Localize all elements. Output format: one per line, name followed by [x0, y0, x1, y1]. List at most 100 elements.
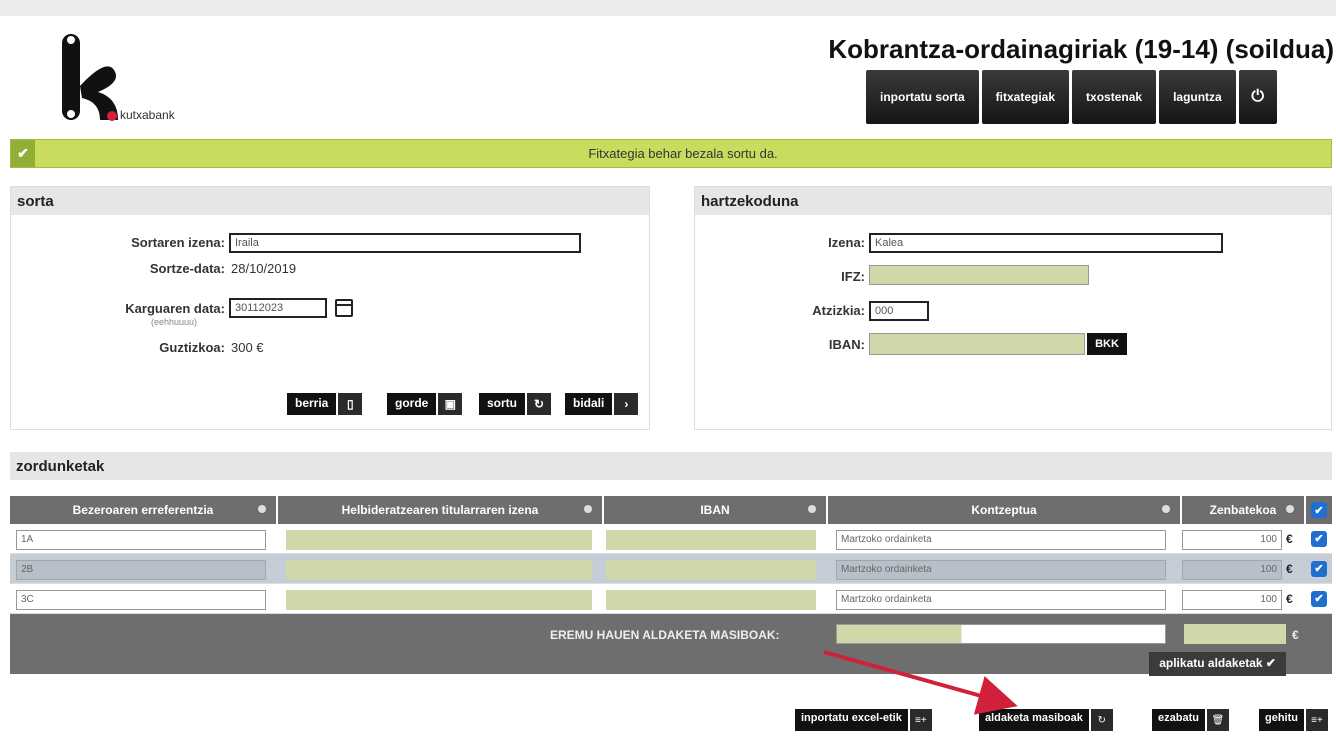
nav-help[interactable]: laguntza: [1159, 70, 1236, 124]
col-amount[interactable]: Zenbatekoa: [1182, 496, 1306, 524]
select-all-checkbox[interactable]: ✔: [1311, 502, 1327, 518]
chevron-right-icon: ›: [612, 393, 639, 415]
top-strip: [0, 0, 1336, 16]
suffix-label: Atzizkia:: [812, 303, 865, 318]
table-row: € ✔: [10, 584, 1332, 614]
import-excel-button[interactable]: inportatu excel-etik ≡+: [795, 709, 932, 731]
col-holder[interactable]: Helbideratzearen titularraren izena: [278, 496, 604, 524]
col-iban[interactable]: IBAN: [604, 496, 828, 524]
reference-input[interactable]: [16, 529, 266, 550]
col-holder-label: Helbideratzearen titularraren izena: [341, 503, 539, 517]
save-button-label: gorde: [387, 393, 437, 415]
col-concept-label: Kontzeptua: [971, 503, 1037, 517]
col-reference[interactable]: Bezeroaren erreferentzia: [10, 496, 278, 524]
sort-icon[interactable]: [584, 505, 592, 513]
nav-reports[interactable]: txostenak: [1072, 70, 1157, 124]
amount-input[interactable]: [1182, 529, 1282, 550]
creation-date-label: Sortze-data:: [149, 261, 225, 276]
new-button[interactable]: berria ▯: [287, 393, 363, 415]
charge-date-hint: (eehhuuuu): [151, 317, 198, 327]
sort-icon[interactable]: [808, 505, 816, 513]
total-label: Guztizkoa:: [159, 340, 225, 355]
main-nav: inportatu sorta fitxategiak txostenak la…: [866, 70, 1277, 124]
nav-import-batch[interactable]: inportatu sorta: [866, 70, 979, 124]
currency-symbol: €: [1286, 591, 1293, 606]
iban-cell-input[interactable]: [606, 589, 816, 610]
trash-icon: 🗑: [1204, 709, 1229, 731]
mass-concept-input[interactable]: [836, 624, 1166, 644]
ifz-input[interactable]: [869, 265, 1089, 285]
col-reference-label: Bezeroaren erreferentzia: [72, 503, 214, 517]
iban-label: IBAN:: [828, 337, 865, 352]
power-icon[interactable]: ⏻: [1238, 70, 1277, 124]
charge-date-input[interactable]: [229, 298, 327, 318]
currency-symbol: €: [1286, 531, 1293, 546]
concept-input[interactable]: [836, 589, 1166, 610]
check-icon: ✔: [11, 140, 35, 167]
sort-icon[interactable]: [1162, 505, 1170, 513]
total-value: 300 €: [231, 340, 264, 355]
table-header: Bezeroaren erreferentzia Helbideratzeare…: [10, 496, 1332, 524]
floppy-icon: ▣: [436, 393, 463, 415]
row-checkbox[interactable]: ✔: [1311, 590, 1327, 607]
iban-cell-input[interactable]: [606, 529, 816, 550]
mass-changes-label: aldaketa masiboak: [979, 709, 1089, 731]
mass-edit-row: EREMU HAUEN ALDAKETA MASIBOAK: € aplikat…: [10, 614, 1332, 676]
delete-label: ezabatu: [1152, 709, 1205, 731]
row-checkbox[interactable]: ✔: [1311, 560, 1327, 577]
table-row: € ✔: [10, 524, 1332, 554]
nav-files[interactable]: fitxategiak: [981, 70, 1070, 124]
select-all-cell: ✔: [1306, 496, 1332, 524]
creditor-name-input[interactable]: [869, 233, 1223, 253]
sorta-title: sorta: [11, 187, 649, 215]
add-button[interactable]: gehitu ≡+: [1259, 709, 1328, 731]
holder-input[interactable]: [286, 589, 592, 610]
iban-input[interactable]: [869, 333, 1085, 355]
delete-button[interactable]: ezabatu 🗑: [1152, 709, 1229, 731]
success-alert: ✔ Fitxategia behar bezala sortu da.: [10, 139, 1332, 168]
send-button-label: bidali: [565, 393, 613, 415]
mass-amount-input[interactable]: [1184, 624, 1286, 644]
amount-input[interactable]: [1182, 589, 1282, 610]
reference-input[interactable]: [16, 559, 266, 580]
sort-icon[interactable]: [258, 505, 266, 513]
table-row: € ✔: [10, 554, 1332, 584]
holder-input[interactable]: [286, 559, 592, 580]
refresh-icon: ↻: [1088, 709, 1113, 731]
sorta-panel: sorta Sortaren izena: Sortze-data: 28/10…: [10, 186, 650, 430]
new-button-label: berria: [287, 393, 337, 415]
concept-input[interactable]: [836, 559, 1166, 580]
ifz-label: IFZ:: [841, 269, 865, 284]
charge-date-label: Karguaren data:: [125, 301, 225, 316]
calendar-icon[interactable]: [335, 299, 353, 317]
creditor-panel: hartzekoduna Izena: IFZ: Atzizkia: IBAN:…: [694, 186, 1332, 430]
mass-edit-label: EREMU HAUEN ALDAKETA MASIBOAK:: [550, 628, 780, 642]
save-button[interactable]: gorde ▣: [387, 393, 463, 415]
apply-changes-button[interactable]: aplikatu aldaketak ✔: [1149, 652, 1286, 676]
holder-input[interactable]: [286, 529, 592, 550]
col-concept[interactable]: Kontzeptua: [828, 496, 1182, 524]
suffix-input[interactable]: [869, 301, 929, 321]
sort-icon[interactable]: [1286, 505, 1294, 513]
create-button[interactable]: sortu ↻: [479, 393, 551, 415]
add-label: gehitu: [1259, 709, 1304, 731]
logo-text: kutxabank: [120, 108, 175, 122]
col-amount-label: Zenbatekoa: [1209, 503, 1277, 517]
mass-currency: €: [1292, 628, 1299, 642]
page-title: Kobrantza-ordainagiriak (19-14) (soildua…: [828, 34, 1334, 64]
currency-symbol: €: [1286, 561, 1293, 576]
reference-input[interactable]: [16, 589, 266, 610]
bkk-button[interactable]: BKK: [1087, 333, 1127, 355]
row-checkbox[interactable]: ✔: [1311, 530, 1327, 547]
batch-name-label: Sortaren izena:: [131, 235, 225, 250]
refresh-icon: ↻: [525, 393, 551, 415]
document-icon: ▯: [336, 393, 363, 415]
creditor-name-label: Izena:: [828, 235, 865, 250]
send-button[interactable]: bidali ›: [565, 393, 639, 415]
iban-cell-input[interactable]: [606, 559, 816, 580]
amount-input[interactable]: [1182, 559, 1282, 580]
mass-changes-button[interactable]: aldaketa masiboak ↻: [979, 709, 1113, 731]
create-button-label: sortu: [479, 393, 525, 415]
concept-input[interactable]: [836, 529, 1166, 550]
batch-name-input[interactable]: [229, 233, 581, 253]
